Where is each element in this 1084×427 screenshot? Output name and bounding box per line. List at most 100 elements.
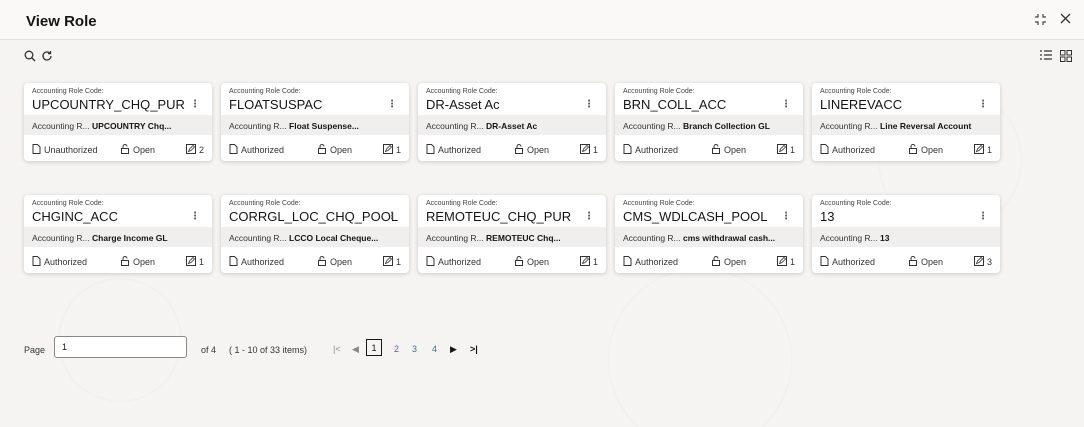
edit-icon <box>973 144 984 156</box>
modification-count: 1 <box>579 144 598 156</box>
auth-status: Authorized <box>229 144 284 156</box>
record-status-text: Open <box>330 145 353 155</box>
modification-count: 1 <box>579 256 598 268</box>
description-label: Accounting R... <box>426 233 484 243</box>
previous-page-icon[interactable]: ◀ <box>352 344 359 355</box>
unlock-icon <box>317 256 327 268</box>
page-2[interactable]: 2 <box>394 344 399 354</box>
card-description: Accounting R... 13 <box>812 227 1000 247</box>
role-card[interactable]: Accounting Role Code: CHGINC_ACC ⋮ Accounti… <box>24 195 212 273</box>
description-label: Accounting R... <box>623 121 681 131</box>
kebab-menu-icon[interactable]: ⋮ <box>978 99 988 110</box>
document-icon <box>820 144 829 156</box>
kebab-menu-icon[interactable]: ⋮ <box>781 211 791 222</box>
card-code-label: Accounting Role Code: <box>32 200 104 207</box>
edit-icon <box>382 256 393 268</box>
role-card[interactable]: Accounting Role Code: 13 ⋮ Accounting R... … <box>812 195 1000 273</box>
record-status-text: Open <box>724 257 747 267</box>
card-code-label: Accounting Role Code: <box>229 200 301 207</box>
description-label: Accounting R... <box>426 121 484 131</box>
description-label: Accounting R... <box>32 121 90 131</box>
card-code-label: Accounting Role Code: <box>229 88 301 95</box>
modification-count: 1 <box>382 256 401 268</box>
role-card[interactable]: Accounting Role Code: DR-Asset Ac ⋮ Account… <box>418 83 606 161</box>
document-icon <box>426 256 435 268</box>
auth-status: Authorized <box>426 144 481 156</box>
modification-count: 1 <box>185 256 204 268</box>
unlock-icon <box>120 144 130 156</box>
role-card[interactable]: Accounting Role Code: BRN_COLL_ACC ⋮ Accoun… <box>615 83 803 161</box>
role-card[interactable]: Accounting Role Code: REMOTEUC_CHQ_PUR ⋮ Ac… <box>418 195 606 273</box>
description-value: 13 <box>880 233 890 243</box>
description-value: Branch Collection GL <box>683 121 770 131</box>
document-icon <box>32 144 41 156</box>
card-role-code: CMS_WDLCASH_POOL <box>623 209 768 224</box>
page-title: View Role <box>26 13 97 30</box>
role-card[interactable]: Accounting Role Code: FLOATSUSPAC ⋮ Account… <box>221 83 409 161</box>
card-status-row: Authorized Open 1 <box>418 136 606 161</box>
grid-view-icon[interactable] <box>1060 49 1072 67</box>
description-label: Accounting R... <box>229 121 287 131</box>
close-icon[interactable] <box>1060 13 1071 26</box>
unlock-icon <box>711 256 721 268</box>
list-view-icon[interactable] <box>1040 49 1052 67</box>
auth-status-text: Authorized <box>44 257 88 267</box>
role-card[interactable]: Accounting Role Code: CMS_WDLCASH_POOL ⋮ Ac… <box>615 195 803 273</box>
card-description: Accounting R... UPCOUNTRY Chq... <box>24 115 212 135</box>
description-value: DR-Asset Ac <box>486 121 538 131</box>
role-card[interactable]: Accounting Role Code: UPCOUNTRY_CHQ_PUR ⋮ A… <box>24 83 212 161</box>
page-number-input[interactable] <box>54 336 187 358</box>
refresh-icon[interactable] <box>41 49 53 67</box>
page-count: of 4 <box>201 345 217 355</box>
main-content: Accounting Role Code: UPCOUNTRY_CHQ_PUR ⋮ A… <box>0 40 1084 427</box>
card-status-row: Authorized Open 1 <box>615 248 803 273</box>
page-4[interactable]: 4 <box>432 344 437 354</box>
card-role-code: DR-Asset Ac <box>426 97 500 112</box>
auth-status-text: Authorized <box>635 145 679 155</box>
modification-number: 1 <box>198 257 204 267</box>
kebab-menu-icon[interactable]: ⋮ <box>190 211 200 222</box>
record-status-text: Open <box>527 257 550 267</box>
modification-count: 3 <box>973 256 992 268</box>
kebab-menu-icon[interactable]: ⋮ <box>190 99 200 110</box>
edit-icon <box>185 256 196 268</box>
page-label: Page <box>24 345 46 355</box>
maximize-icon[interactable] <box>1035 14 1046 27</box>
record-status: Open <box>711 256 746 268</box>
record-status-text: Open <box>527 145 550 155</box>
unlock-icon <box>514 256 524 268</box>
role-card[interactable]: Accounting Role Code: CORRGL_LOC_CHQ_POOL… <box>221 195 409 273</box>
unlock-icon <box>711 144 721 156</box>
first-page-icon[interactable]: |< <box>333 344 341 354</box>
kebab-menu-icon[interactable]: ⋮ <box>584 211 594 222</box>
record-status: Open <box>908 144 943 156</box>
description-label: Accounting R... <box>623 233 681 243</box>
auth-status: Unauthorized <box>32 144 98 156</box>
card-description: Accounting R... LCCO Local Cheque... <box>221 227 409 247</box>
card-status-row: Authorized Open 1 <box>615 136 803 161</box>
kebab-menu-icon[interactable]: ⋮ <box>387 99 397 110</box>
modification-count: 1 <box>973 144 992 156</box>
auth-status: Authorized <box>229 256 284 268</box>
record-status: Open <box>514 144 549 156</box>
kebab-menu-icon[interactable]: ⋮ <box>387 211 397 222</box>
page-3[interactable]: 3 <box>412 344 417 354</box>
unlock-icon <box>317 144 327 156</box>
auth-status: Authorized <box>623 144 678 156</box>
items-range: ( 1 - 10 of 33 items) <box>229 345 308 355</box>
role-card[interactable]: Accounting Role Code: LINEREVACC ⋮ Accounti… <box>812 83 1000 161</box>
auth-status: Authorized <box>820 256 875 268</box>
next-page-icon[interactable]: ▶ <box>450 344 457 355</box>
record-status: Open <box>317 256 352 268</box>
kebab-menu-icon[interactable]: ⋮ <box>978 211 988 222</box>
card-code-label: Accounting Role Code: <box>32 88 104 95</box>
page-1[interactable]: 1 <box>366 339 382 356</box>
card-role-code: REMOTEUC_CHQ_PUR <box>426 209 572 224</box>
auth-status-text: Authorized <box>438 145 482 155</box>
kebab-menu-icon[interactable]: ⋮ <box>781 99 791 110</box>
search-icon[interactable] <box>24 49 36 67</box>
modification-number: 1 <box>395 257 401 267</box>
kebab-menu-icon[interactable]: ⋮ <box>584 99 594 110</box>
document-icon <box>623 144 632 156</box>
last-page-icon[interactable]: >| <box>470 344 478 354</box>
